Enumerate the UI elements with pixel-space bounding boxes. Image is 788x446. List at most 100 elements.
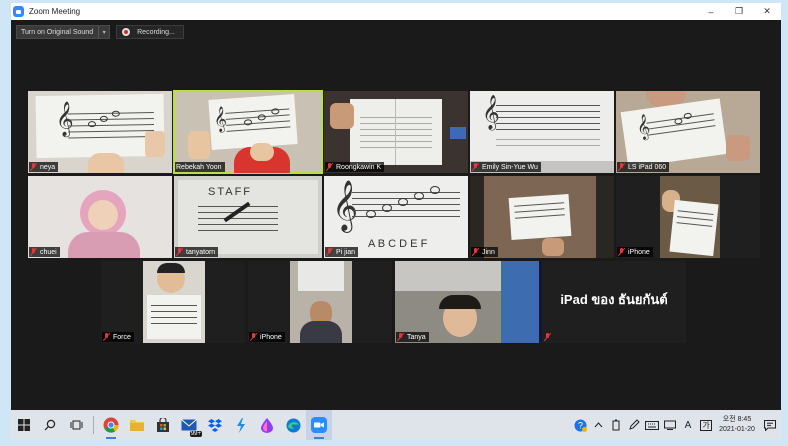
paper-drawing: [508, 193, 572, 241]
video-tile[interactable]: 𝄞 LS iPad 060: [616, 91, 760, 173]
display-icon[interactable]: [661, 410, 679, 440]
video-tile[interactable]: Force: [101, 261, 245, 343]
system-tray: ? A 가 오전 8:45 2021-01-20: [571, 410, 781, 440]
muted-mic-icon: [472, 248, 479, 256]
paper-drawing: [669, 199, 719, 257]
store-icon[interactable]: [150, 410, 176, 440]
participant-name-tag: tanyatorn: [175, 247, 219, 257]
paper-drawing: 𝄞 A B C D E F: [324, 176, 468, 258]
hair: [157, 263, 185, 273]
muted-mic-icon: [618, 163, 625, 171]
mail-icon[interactable]: 99+: [176, 410, 202, 440]
muted-mic-icon: [250, 333, 257, 341]
muted-mic-icon: [30, 248, 37, 256]
muted-mic-icon: [326, 163, 333, 171]
video-tile-no-video[interactable]: iPad ของ ธันยกันต์: [542, 261, 686, 343]
hand: [145, 131, 165, 157]
monitor: [450, 127, 466, 139]
paper-letters: A B C D E F: [368, 238, 428, 250]
battery-icon[interactable]: [607, 410, 625, 440]
video-tile[interactable]: 𝄞 Emily Sin-Yue Wu: [470, 91, 614, 173]
chrome-icon[interactable]: [98, 410, 124, 440]
participant-name: Tanya: [407, 333, 426, 341]
close-button[interactable]: ✕: [753, 3, 781, 20]
participant-name: neya: [40, 163, 56, 171]
original-sound-label: Turn on Original Sound: [21, 28, 94, 36]
original-sound-button[interactable]: Turn on Original Sound ▾: [16, 25, 111, 39]
hand: [726, 135, 750, 161]
recording-label: Recording...: [137, 28, 175, 36]
chevron-up-icon[interactable]: [589, 410, 607, 440]
video-tile[interactable]: iPhone: [616, 176, 760, 258]
edge-icon[interactable]: [280, 410, 306, 440]
muted-mic-icon: [176, 248, 183, 256]
hand: [330, 103, 354, 129]
participant-name-tag: Tanya: [396, 332, 429, 342]
video-tile[interactable]: 𝄞 A B C D E F Pi jian: [324, 176, 468, 258]
ime-indicator[interactable]: 가: [697, 410, 715, 440]
participant-name: Pi jian: [336, 248, 356, 256]
zoom-app-icon: [13, 6, 24, 17]
muted-mic-icon: [618, 248, 625, 256]
meeting-area: Turn on Original Sound ▾ Recording... 𝄞 …: [11, 20, 781, 410]
lightning-icon[interactable]: [228, 410, 254, 440]
clock-time: 오전 8:45: [722, 416, 752, 423]
video-tile[interactable]: chuei: [28, 176, 172, 258]
paper-drawing: 𝄞: [470, 91, 614, 161]
video-tile[interactable]: Jinn: [470, 176, 614, 258]
search-icon[interactable]: [37, 410, 63, 440]
video-tile[interactable]: iPhone: [248, 261, 392, 343]
taskbar-divider: [93, 416, 94, 434]
keyboard-icon[interactable]: [643, 410, 661, 440]
participant-name: Emily Sin-Yue Wu: [482, 163, 538, 171]
start-icon[interactable]: [11, 410, 37, 440]
hand: [542, 238, 564, 256]
participant-name-tag: Roongkawin K: [325, 162, 385, 172]
recording-indicator[interactable]: Recording...: [116, 25, 184, 39]
muted-mic-icon: [30, 163, 37, 171]
zoom-icon[interactable]: [306, 410, 332, 440]
participant-name: iPhone: [628, 248, 650, 256]
muted-mic-icon: [544, 333, 551, 341]
dropbox-icon[interactable]: [202, 410, 228, 440]
mail-badge: 99+: [189, 431, 202, 437]
participant-name: Jinn: [482, 248, 495, 256]
participant-display-name: iPad ของ ธันยกันต์: [560, 292, 668, 307]
video-tile[interactable]: Tanya: [395, 261, 539, 343]
meeting-toolbar: Turn on Original Sound ▾ Recording...: [16, 25, 184, 39]
notification-icon[interactable]: [759, 410, 781, 440]
muted-mic-icon: [326, 248, 333, 256]
video-tile[interactable]: 𝄞 neya: [28, 91, 172, 173]
person-background: [501, 261, 539, 343]
drop-icon[interactable]: [254, 410, 280, 440]
clock[interactable]: 오전 8:45 2021-01-20: [715, 415, 759, 435]
task-view-icon[interactable]: [63, 410, 89, 440]
video-tile[interactable]: STAFF tanyatorn: [174, 176, 322, 258]
window-title: Zoom Meeting: [29, 7, 81, 16]
muted-mic-icon: [472, 163, 479, 171]
participant-name-tag: Force: [102, 332, 134, 342]
participant-name-tag: Pi jian: [325, 247, 359, 257]
hair: [439, 295, 481, 309]
participant-name: Force: [113, 333, 131, 341]
clock-date: 2021-01-20: [719, 426, 755, 433]
maximize-button[interactable]: ❐: [725, 3, 753, 20]
language-indicator[interactable]: A: [679, 410, 697, 440]
participant-name-tag: chuei: [29, 247, 60, 257]
participant-name-tag: iPhone: [617, 247, 653, 257]
help-icon[interactable]: ?: [571, 410, 589, 440]
minimize-button[interactable]: –: [697, 3, 725, 20]
participant-name: Roongkawin K: [336, 163, 382, 171]
participant-name-tag: Jinn: [471, 247, 498, 257]
shirt: [300, 321, 342, 343]
chevron-down-icon[interactable]: ▾: [98, 26, 109, 38]
windows-taskbar: 99+ ? A 가 오전 8:45 2021-01-20: [11, 410, 781, 440]
video-tile[interactable]: Roongkawin K: [324, 91, 468, 173]
paper-drawing: [147, 295, 201, 339]
pen-icon[interactable]: [625, 410, 643, 440]
video-tile-active-speaker[interactable]: 𝄞 Rebekah Yoon: [173, 90, 323, 174]
participant-name: iPhone: [260, 333, 282, 341]
paper-drawing: 𝄞: [620, 98, 728, 168]
shirt: [68, 232, 140, 258]
file-explorer-icon[interactable]: [124, 410, 150, 440]
